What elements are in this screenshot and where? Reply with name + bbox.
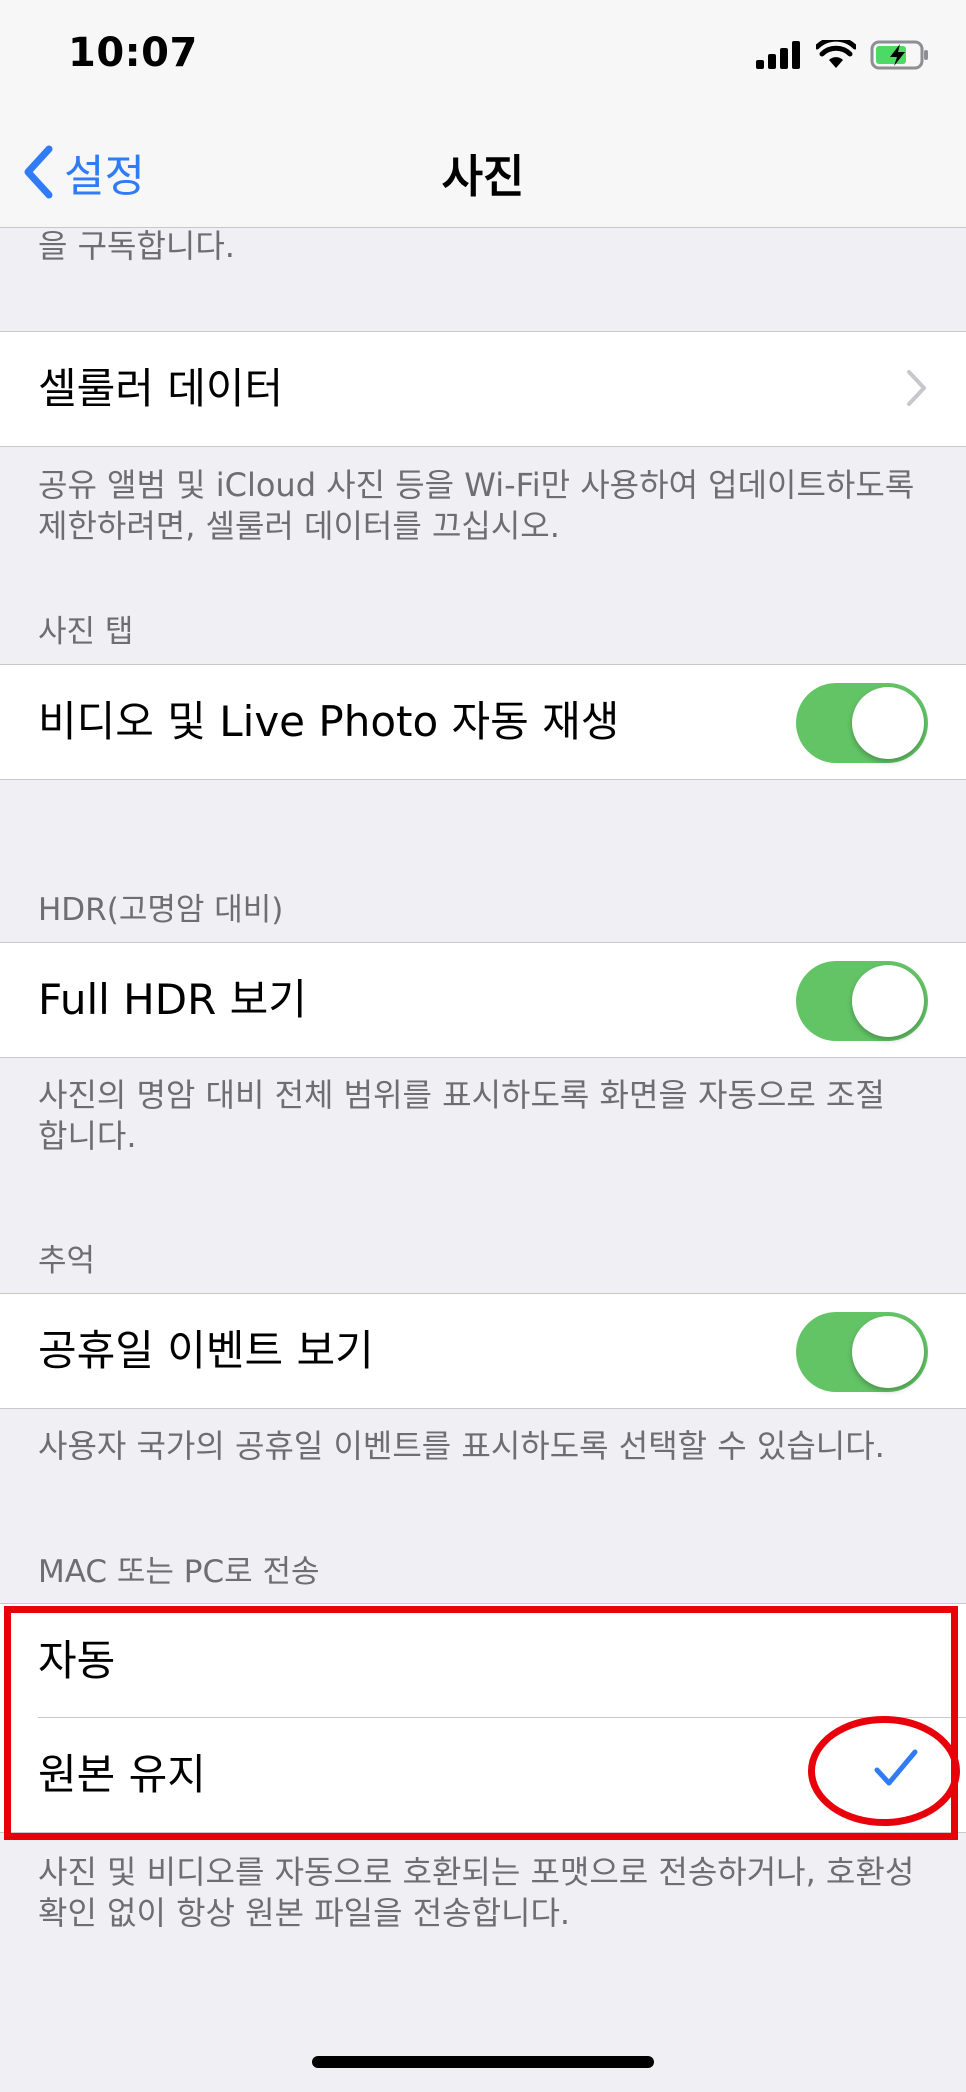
section-footer: 을 구독합니다. <box>38 227 235 265</box>
transfer-footer-line-2: 확인 없이 항상 원본 파일을 전송합니다. <box>38 1894 571 1932</box>
full-hdr-toggle[interactable] <box>796 961 928 1041</box>
cellular-data-label: 셀룰러 데이터 <box>38 364 284 413</box>
annotation-highlight-box <box>4 1606 958 1840</box>
transfer-footer: 사진 및 비디오를 자동으로 호환되는 포맷으로 전송하거나, 호환성 확인 없… <box>38 1852 918 1934</box>
hdr-group: Full HDR 보기 <box>0 942 966 1058</box>
hdr-header: HDR(고명암 대비) <box>38 892 284 928</box>
signal-icon <box>756 41 800 69</box>
cellular-group: 셀룰러 데이터 <box>0 331 966 447</box>
memories-group: 공휴일 이벤트 보기 <box>0 1293 966 1409</box>
back-label: 설정 <box>64 151 145 202</box>
toggle-knob <box>852 965 924 1037</box>
holiday-events-row: 공휴일 이벤트 보기 <box>0 1294 966 1408</box>
wifi-icon <box>816 40 856 68</box>
hdr-footer: 사진의 명암 대비 전체 범위를 표시하도록 화면을 자동으로 조절 합니다. <box>38 1075 918 1157</box>
photos-tab-header: 사진 탭 <box>38 614 134 650</box>
transfer-footer-line-1: 사진 및 비디오를 자동으로 호환되는 포맷으로 전송하거나, 호환성 <box>38 1853 915 1891</box>
chevron-right-icon <box>907 370 926 406</box>
autoplay-label: 비디오 및 Live Photo 자동 재생 <box>38 697 620 746</box>
toggle-knob <box>852 687 924 759</box>
hdr-footer-line-1: 사진의 명암 대비 전체 범위를 표시하도록 화면을 자동으로 조절 <box>38 1076 885 1114</box>
hdr-footer-line-2: 합니다. <box>38 1117 137 1155</box>
battery-charging-icon <box>870 40 928 70</box>
toggle-knob <box>852 1316 924 1388</box>
nav-bar: 사진 설정 <box>0 110 966 228</box>
holiday-events-label: 공휴일 이벤트 보기 <box>38 1326 374 1375</box>
chevron-left-icon <box>24 145 53 199</box>
cellular-footer: 공유 앨범 및 iCloud 사진 등을 Wi-Fi만 사용하여 업데이트하도록… <box>38 465 918 547</box>
autoplay-toggle[interactable] <box>796 683 928 763</box>
status-time: 10:07 <box>68 30 198 76</box>
autoplay-row: 비디오 및 Live Photo 자동 재생 <box>0 665 966 779</box>
status-bar: 10:07 <box>0 0 966 110</box>
transfer-header: MAC 또는 PC로 전송 <box>38 1554 320 1590</box>
full-hdr-row: Full HDR 보기 <box>0 943 966 1057</box>
full-hdr-label: Full HDR 보기 <box>38 975 307 1024</box>
memories-header: 추억 <box>38 1243 96 1279</box>
cellular-footer-line-1: 공유 앨범 및 iCloud 사진 등을 Wi-Fi만 사용하여 업데이트하도록 <box>38 466 915 504</box>
holiday-events-toggle[interactable] <box>796 1312 928 1392</box>
status-icons <box>756 40 930 70</box>
back-button[interactable]: 설정 <box>22 140 145 204</box>
home-indicator[interactable] <box>312 2056 654 2068</box>
cellular-data-row[interactable]: 셀룰러 데이터 <box>0 332 966 446</box>
annotation-highlight-circle <box>808 1716 960 1826</box>
cellular-footer-line-2: 제한하려면, 셀룰러 데이터를 끄십시오. <box>38 507 560 545</box>
memories-footer: 사용자 국가의 공휴일 이벤트를 표시하도록 선택할 수 있습니다. <box>38 1427 885 1465</box>
photos-tab-group: 비디오 및 Live Photo 자동 재생 <box>0 664 966 780</box>
